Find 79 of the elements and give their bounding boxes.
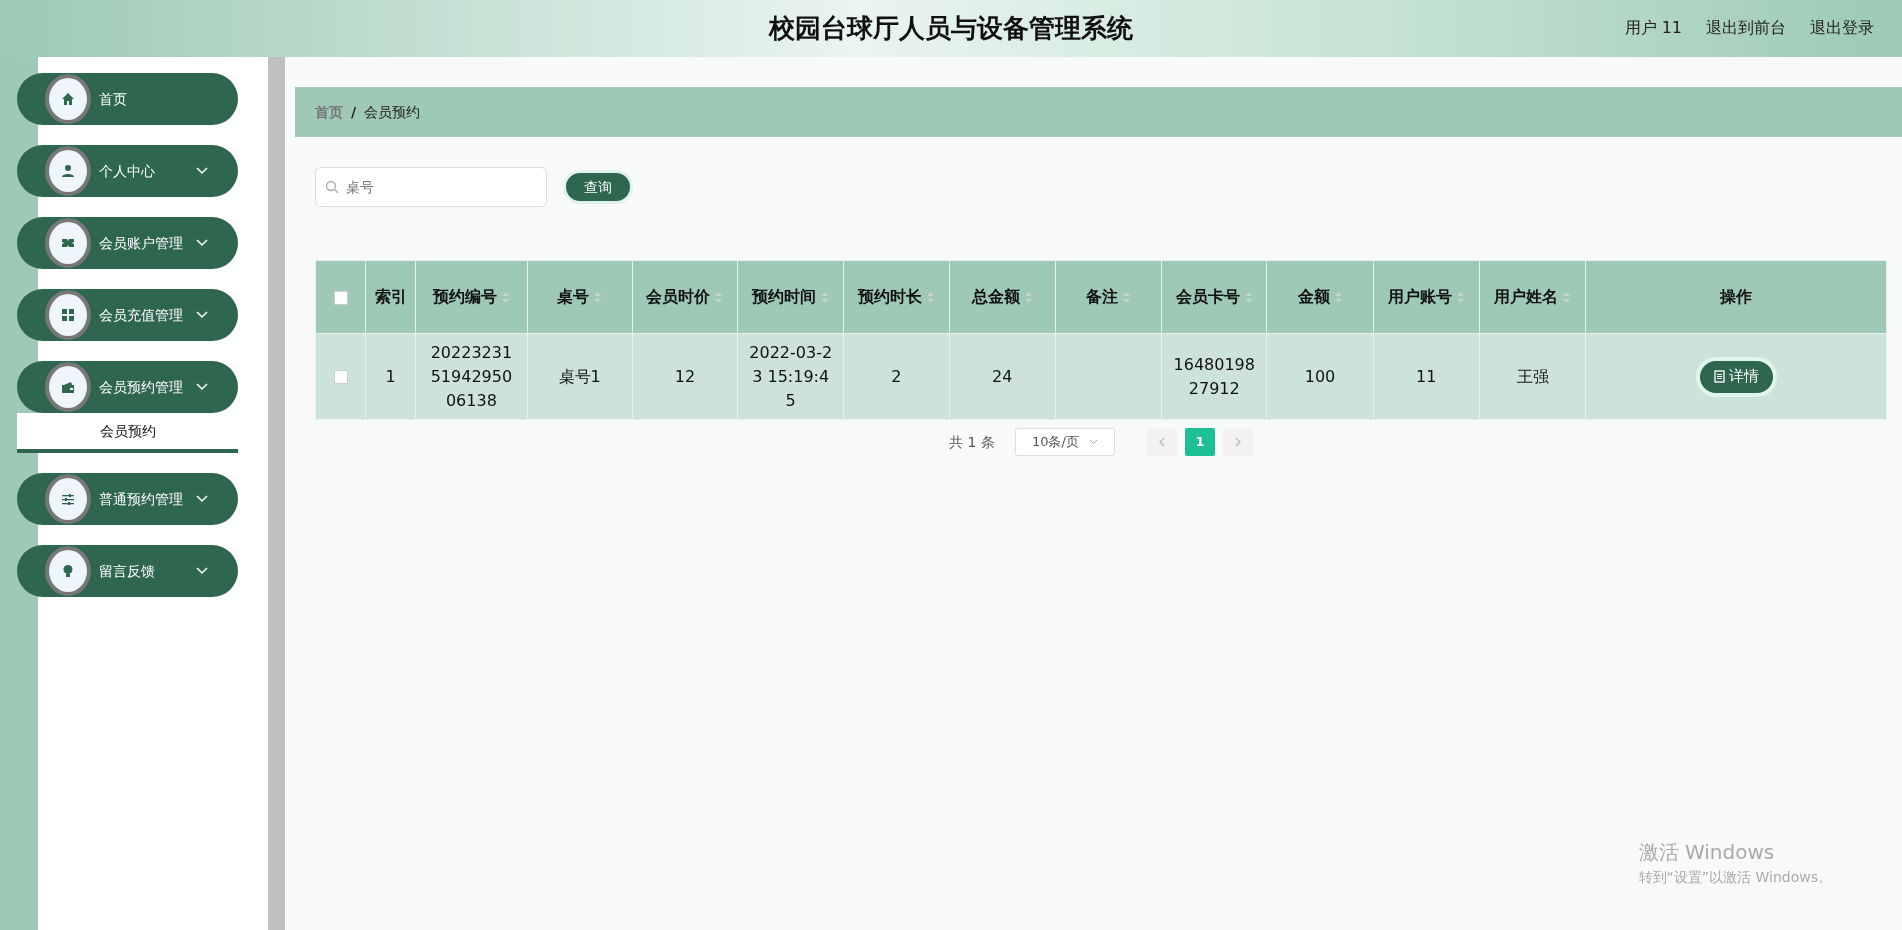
column-header[interactable]: 用户姓名 [1479, 260, 1586, 334]
user-icon [61, 164, 75, 178]
details-button[interactable]: 详情 [1695, 356, 1777, 397]
search-field[interactable]: 桌号 [315, 167, 547, 207]
sidebar-menu-item[interactable]: 会员预约管理 [17, 361, 238, 413]
checkbox[interactable] [333, 290, 348, 305]
activation-notice: 转到“设置”以激活 Windows。 [1638, 868, 1832, 887]
lightbulb-icon [61, 564, 75, 578]
scrollbar[interactable] [268, 57, 285, 930]
sliders-icon [61, 492, 75, 506]
column-header[interactable]: 用户账号 [1373, 260, 1480, 334]
table-cell: 100 [1304, 366, 1336, 386]
chevron-icon [196, 383, 208, 391]
column-header[interactable]: 预约时长 [843, 260, 950, 334]
chevron-icon [196, 239, 208, 247]
header-link[interactable]: 退出登录 [1810, 16, 1874, 40]
column-header[interactable]: 备注 [1055, 260, 1162, 334]
header-link[interactable]: 退出到前台 [1706, 16, 1786, 40]
table-cell: 1648019827912 [1173, 354, 1255, 398]
sidebar-menu-item[interactable]: 个人中心 [17, 145, 238, 197]
sort-icon[interactable] [1333, 291, 1343, 304]
sort-icon[interactable] [1562, 291, 1572, 304]
next-page-button[interactable] [1222, 428, 1253, 456]
ticket-icon [61, 236, 75, 250]
table-cell: 王强 [1516, 366, 1549, 386]
breadcrumb-current: 会员预约 [364, 102, 421, 122]
sidebar-menu-item[interactable]: 留言反馈 [17, 545, 238, 597]
caret-icon [1088, 439, 1098, 445]
column-header[interactable]: 预约时间 [737, 260, 844, 334]
column-header[interactable]: 预约编号 [415, 260, 528, 334]
table-cell: 24 [992, 366, 1013, 386]
sort-icon[interactable] [925, 291, 935, 304]
document-icon [1713, 370, 1725, 383]
chevron-icon [196, 311, 208, 319]
checkbox[interactable] [333, 370, 348, 384]
column-header[interactable]: 会员卡号 [1161, 260, 1267, 334]
table-cell: 2022-03-23 15:19:45 [749, 342, 833, 410]
table-cell: 11 [1416, 366, 1437, 386]
sort-icon[interactable] [820, 291, 830, 304]
search-icon [325, 180, 339, 194]
table-cell: 桌号1 [558, 366, 601, 386]
page-size-select[interactable]: 10条/页 [1014, 428, 1115, 456]
table-cell: 12 [674, 366, 696, 386]
submenu-item[interactable]: 会员预约 [17, 413, 238, 453]
sort-icon[interactable] [593, 291, 603, 304]
home-icon [61, 92, 75, 106]
activation-notice: 激活 Windows [1638, 839, 1776, 866]
grid-icon [61, 308, 75, 322]
sort-icon[interactable] [714, 291, 724, 304]
user-name: 用户 11 [1624, 17, 1682, 39]
previous-page-button[interactable] [1146, 428, 1177, 456]
sidebar-menu-item[interactable]: 普通预约管理 [17, 473, 238, 525]
sort-icon[interactable] [1243, 291, 1253, 304]
sidebar-menu-item[interactable]: 会员充值管理 [17, 289, 238, 341]
total-count: 共 1 条 [949, 432, 995, 452]
table-cell: 202232315194295006138 [430, 342, 513, 410]
app-title: 校园台球厅人员与设备管理系统 [769, 12, 1133, 45]
column-header[interactable]: 会员时价 [632, 260, 738, 334]
chevron-right-icon [1234, 437, 1241, 447]
chevron-icon [196, 567, 208, 575]
column-header: 操作 [1585, 260, 1887, 334]
chevron-left-icon [1158, 437, 1165, 447]
chevron-icon [196, 167, 208, 175]
sort-icon[interactable] [1023, 291, 1033, 304]
breadcrumb-separator: / [351, 102, 357, 122]
table-cell: 1 [385, 366, 396, 386]
sidebar-menu-item[interactable]: 会员账户管理 [17, 217, 238, 269]
column-header[interactable]: 金额 [1266, 260, 1374, 334]
chevron-icon [196, 495, 208, 503]
column-header: 索引 [365, 260, 416, 334]
sidebar-menu-item[interactable]: 首页 [17, 73, 238, 125]
column-header[interactable]: 总金额 [949, 260, 1056, 334]
sort-icon[interactable] [500, 291, 510, 304]
table-cell: 2 [891, 366, 902, 386]
sort-icon[interactable] [1122, 291, 1131, 304]
wallet-icon [61, 380, 75, 394]
sort-icon[interactable] [1455, 291, 1465, 304]
column-header[interactable]: 桌号 [527, 260, 633, 334]
search-button[interactable]: 查询 [563, 170, 633, 204]
